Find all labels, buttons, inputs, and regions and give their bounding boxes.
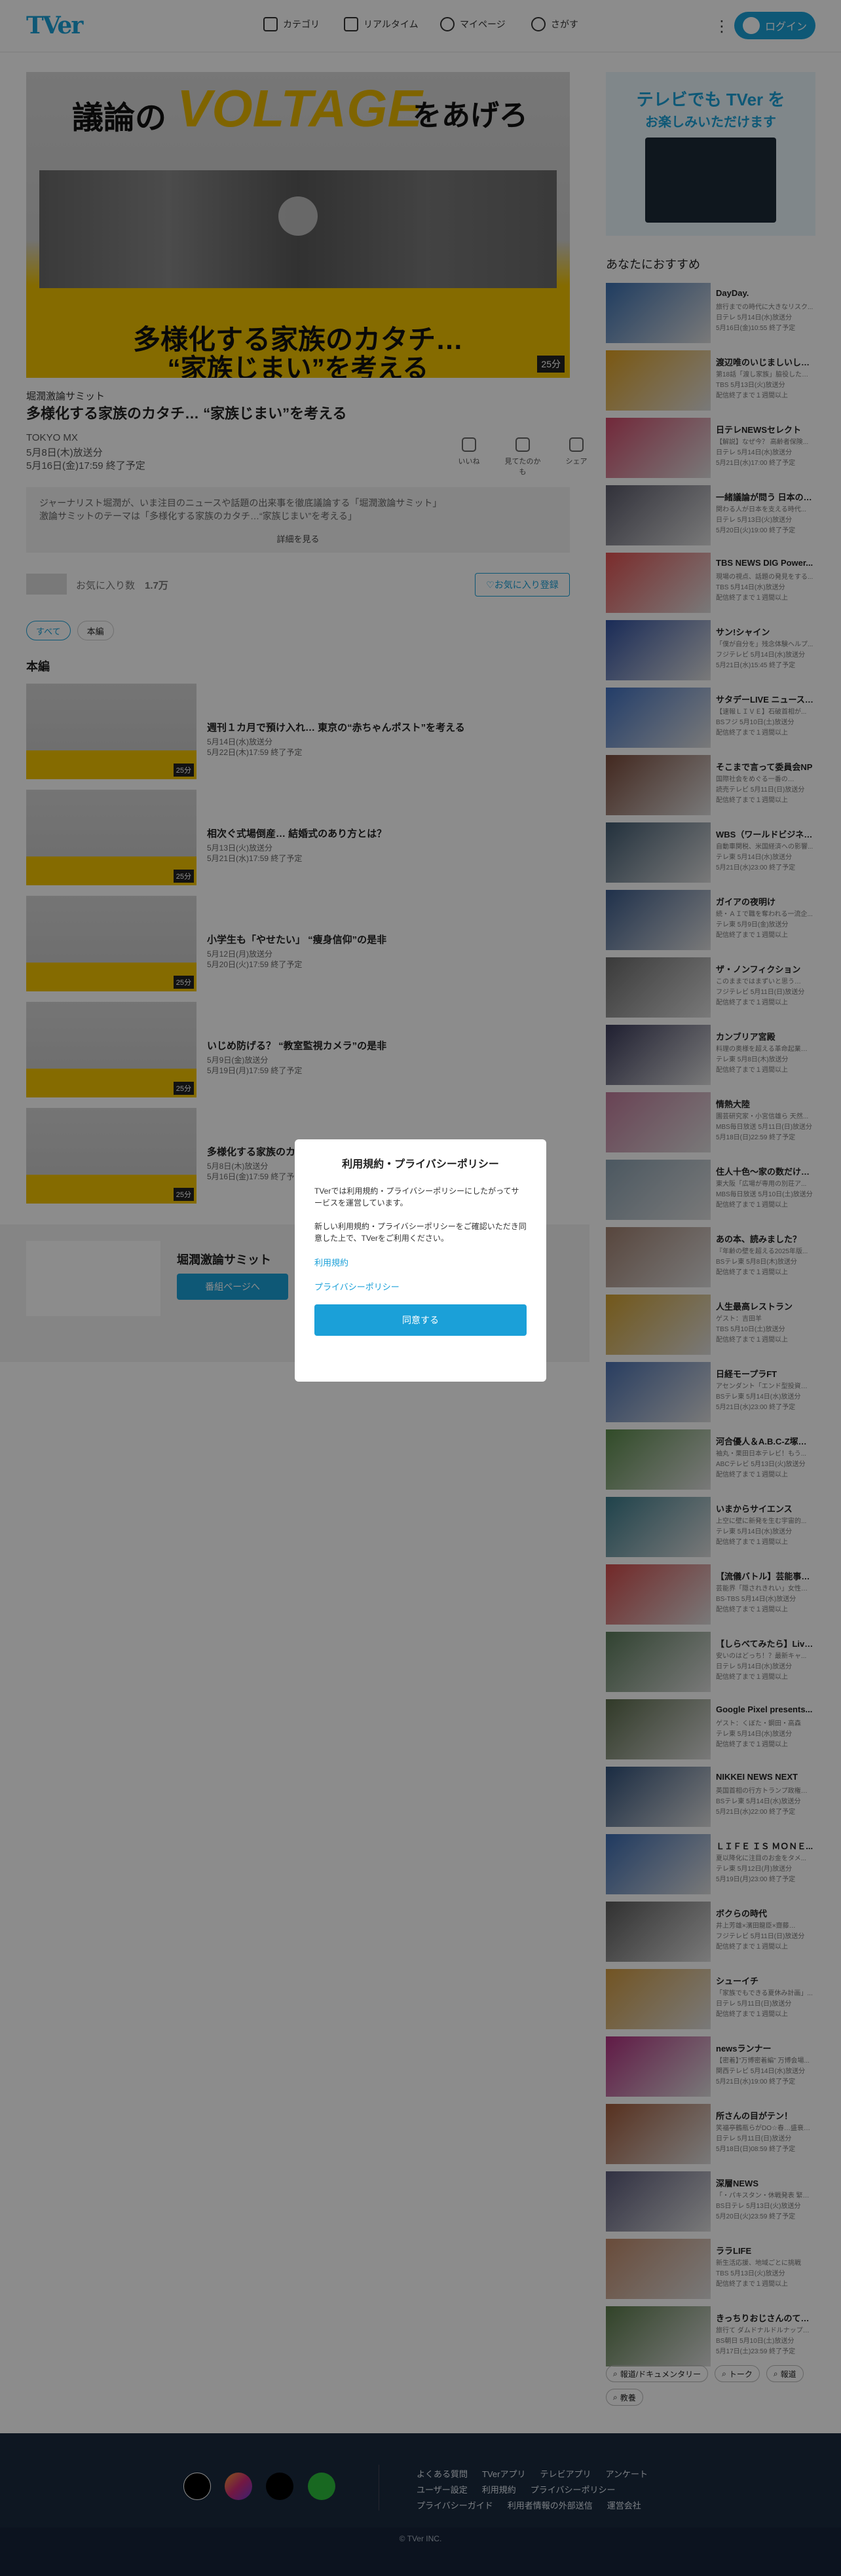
agree-button[interactable]: 同意する	[314, 1304, 527, 1336]
modal-title: 利用規約・プライバシーポリシー	[342, 1159, 499, 1170]
modal-text-1: TVerでは利用規約・プライバシーポリシーにしたがってサービスを運営しています。	[314, 1187, 519, 1207]
modal-text-2: 新しい利用規約・プライバシーポリシーをご確認いただき同意した上で、TVerをご利…	[314, 1222, 527, 1243]
terms-modal: 利用規約・プライバシーポリシー TVerでは利用規約・プライバシーポリシーにした…	[295, 1139, 546, 1382]
terms-link[interactable]: 利用規約	[314, 1256, 527, 1268]
privacy-link[interactable]: プライバシーポリシー	[314, 1280, 527, 1293]
